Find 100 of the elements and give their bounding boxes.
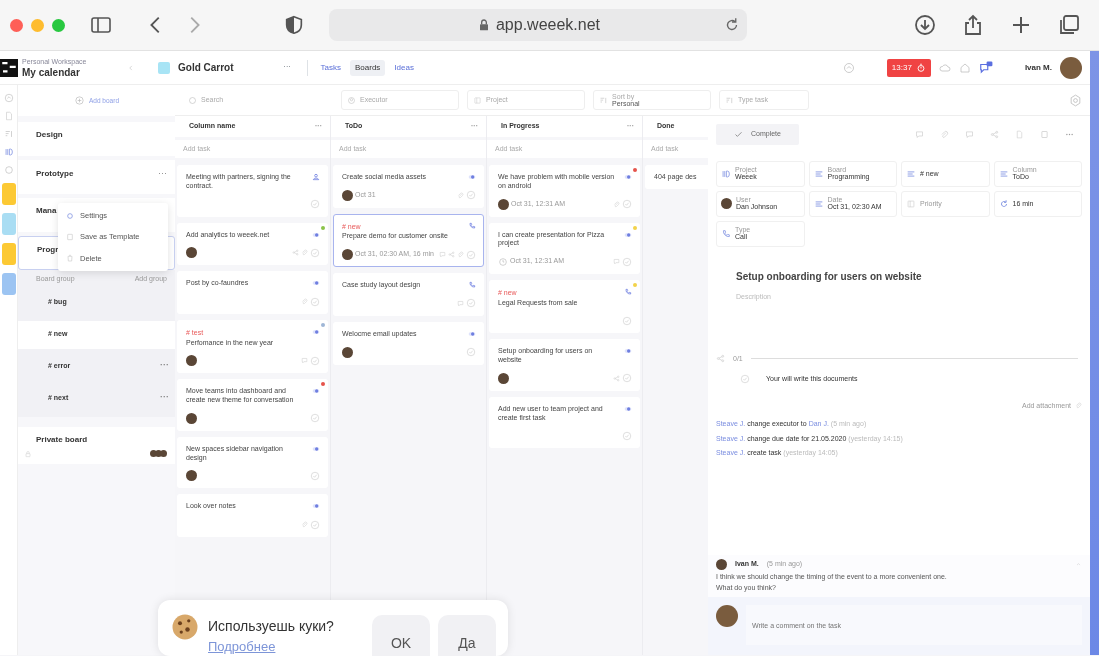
paperclip-icon[interactable]	[457, 251, 464, 258]
chat-icon[interactable]	[978, 60, 993, 75]
cookie-button[interactable]: OK	[372, 615, 430, 656]
check-circle-icon[interactable]	[310, 519, 320, 530]
priority-icon	[312, 502, 320, 511]
check-circle-icon[interactable]	[310, 199, 320, 209]
check-circle-icon[interactable]	[466, 249, 476, 260]
cookie-button[interactable]: Да	[438, 615, 496, 656]
search-icon[interactable]	[3, 165, 14, 175]
cloud-icon[interactable]	[938, 61, 951, 74]
sort-icon	[725, 95, 734, 105]
user-icon	[347, 95, 356, 105]
paperclip-icon[interactable]	[940, 129, 949, 139]
home-icon[interactable]	[958, 61, 971, 74]
comment-icon[interactable]	[439, 251, 446, 258]
cookie-question: Используешь куки?	[208, 617, 334, 636]
paperclip-icon[interactable]	[301, 298, 308, 305]
board-item[interactable]: Design	[18, 122, 175, 156]
workspace-name[interactable]: My calendar	[22, 67, 126, 78]
nav-tab[interactable]: Tasks	[315, 59, 346, 76]
paperclip-icon[interactable]	[301, 521, 308, 528]
timer-text: 13:37	[891, 61, 912, 74]
board-icon	[906, 198, 916, 209]
person-icon	[312, 173, 320, 181]
paperclip-icon[interactable]	[457, 191, 464, 199]
settings-icon[interactable]	[1069, 93, 1082, 107]
nav-tab[interactable]: Ideas	[389, 59, 419, 76]
user-avatar[interactable]	[1060, 56, 1082, 79]
board-name: Prototype	[36, 167, 74, 180]
file-icon[interactable]	[1015, 129, 1024, 139]
nav-tab[interactable]: Boards	[350, 59, 386, 76]
sort-icon[interactable]	[3, 129, 14, 139]
trash-icon	[66, 254, 74, 263]
check-circle-icon[interactable]	[622, 373, 632, 384]
priority-icon	[624, 347, 632, 356]
board-icon	[473, 95, 482, 105]
up-icon[interactable]	[842, 61, 855, 74]
logo-icon[interactable]	[0, 58, 18, 77]
download-icon[interactable]	[913, 13, 937, 37]
phone-icon	[468, 281, 476, 289]
tabs-icon[interactable]	[1057, 13, 1081, 37]
priority-icon	[624, 404, 632, 413]
paperclip-icon[interactable]	[613, 200, 620, 208]
search-icon	[188, 95, 197, 105]
user-avatar	[716, 605, 738, 627]
sort-icon	[599, 95, 608, 105]
cookie-icon	[170, 612, 200, 642]
project-tile[interactable]	[1, 183, 16, 205]
board-name: Progr	[37, 244, 59, 256]
priority-icon	[312, 328, 320, 336]
phone-icon	[624, 288, 632, 296]
priority-icon	[624, 173, 632, 181]
check-circle-icon[interactable]	[310, 296, 320, 307]
timer-badge[interactable]: 13:37	[886, 58, 931, 77]
up-icon[interactable]	[3, 93, 14, 103]
comment-icon[interactable]	[301, 357, 308, 365]
board-item[interactable]: Prototype ···	[18, 160, 175, 194]
check-circle-icon[interactable]	[466, 190, 476, 201]
comment-icon[interactable]	[613, 258, 620, 265]
window-control[interactable]	[10, 18, 23, 32]
window-control[interactable]	[52, 18, 65, 32]
user-name[interactable]: Ivan M.	[1024, 61, 1052, 74]
check-circle-icon[interactable]	[310, 470, 320, 481]
check-icon	[734, 129, 743, 139]
check-circle-icon[interactable]	[622, 199, 632, 209]
project-tile[interactable]	[1, 213, 16, 235]
check-circle-icon[interactable]	[622, 315, 632, 326]
board-item[interactable]: Private board	[18, 426, 175, 464]
shield-icon[interactable]	[283, 14, 305, 36]
address-bar[interactable]: app.weeek.net	[329, 9, 747, 41]
check-circle-icon[interactable]	[466, 298, 476, 309]
project-tile[interactable]	[1, 243, 16, 265]
url-text: app.weeek.net	[495, 15, 601, 35]
list-icon	[813, 168, 824, 179]
add-icon[interactable]	[74, 95, 85, 106]
window-control[interactable]	[31, 18, 44, 32]
checkbox-icon[interactable]	[740, 374, 750, 385]
phone-icon	[721, 228, 731, 239]
check-circle-icon[interactable]	[622, 256, 632, 267]
clipboard-icon[interactable]	[1040, 129, 1049, 139]
more-menu[interactable]: ···	[158, 167, 167, 181]
check-circle-icon[interactable]	[622, 430, 632, 441]
project-tile[interactable]	[1, 273, 16, 295]
avatar	[716, 559, 727, 570]
comment-icon[interactable]	[915, 129, 924, 139]
comment-icon[interactable]	[965, 129, 974, 139]
phone-icon	[468, 221, 476, 230]
document-icon	[66, 232, 74, 241]
project-name[interactable]: Gold Carrot	[178, 60, 234, 75]
list-icon	[998, 168, 1009, 179]
check-circle-icon[interactable]	[310, 413, 320, 424]
check-circle-icon[interactable]	[310, 247, 320, 258]
paperclip-icon[interactable]	[301, 249, 308, 257]
check-circle-icon[interactable]	[310, 355, 320, 366]
check-circle-icon[interactable]	[466, 347, 476, 357]
board-icon[interactable]	[3, 147, 14, 157]
comment-icon[interactable]	[457, 299, 464, 307]
paperclip-icon[interactable]	[1075, 402, 1082, 410]
board-icon	[721, 168, 731, 179]
file-icon[interactable]	[3, 111, 14, 121]
